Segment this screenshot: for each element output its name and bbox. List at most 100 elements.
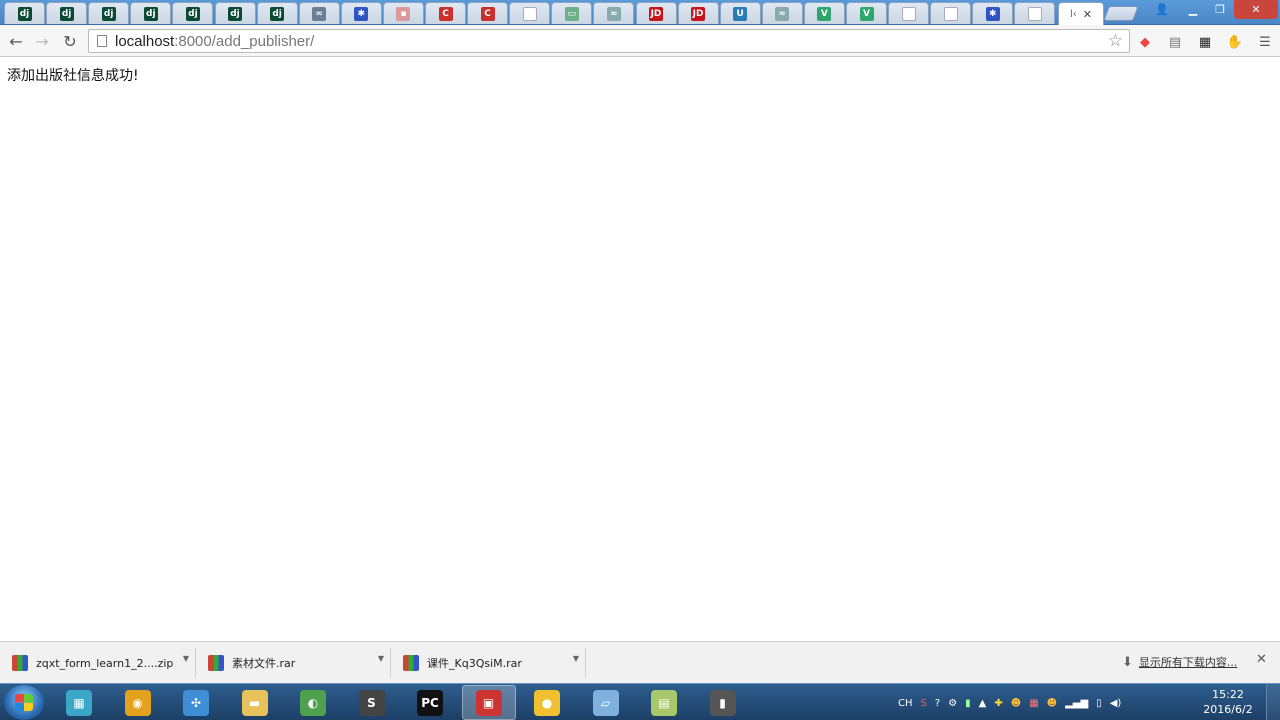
page-content: 添加出版社信息成功! [0, 58, 1280, 640]
chevron-down-icon[interactable]: ▼ [573, 654, 579, 663]
extension-icon[interactable]: ▤ [1166, 33, 1184, 51]
url-path: :8000/add_publisher/ [174, 32, 315, 50]
browser-tab[interactable] [888, 2, 930, 24]
evernote-icon: ◐ [300, 689, 326, 716]
browser-tab-active[interactable]: l‹ ✕ [1058, 2, 1104, 25]
close-shelf-button[interactable]: ✕ [1256, 652, 1267, 667]
browser-tab[interactable]: dj [130, 2, 172, 24]
taskbar-app-button[interactable]: S [345, 685, 399, 720]
bookmark-star-icon[interactable]: ☆ [1108, 31, 1123, 51]
taskbar-app-button[interactable]: ✣ [169, 685, 223, 720]
browser-tab[interactable]: ≈ [761, 2, 803, 24]
browser-tab[interactable]: dj [214, 2, 256, 24]
close-window-button[interactable]: ✕ [1234, 0, 1278, 19]
browser-tab[interactable]: C [425, 2, 466, 24]
forward-button[interactable]: → [30, 29, 54, 53]
taskbar-app-button[interactable]: ◐ [286, 685, 340, 720]
extension-icon[interactable]: ✋ [1226, 33, 1244, 51]
reload-button[interactable]: ↻ [58, 29, 82, 53]
minimize-button[interactable]: ▁ [1180, 0, 1206, 19]
chrome-icon: ◉ [124, 689, 151, 716]
taskbar-app-button[interactable]: ▣ [461, 685, 516, 720]
back-button[interactable]: ← [4, 29, 28, 53]
tray-app-icon[interactable]: ✚ [994, 698, 1002, 709]
language-indicator[interactable]: CH [898, 698, 913, 709]
maximize-button[interactable]: ❐ [1207, 0, 1233, 19]
browser-tab[interactable]: dj [4, 2, 45, 24]
page-icon [901, 6, 916, 21]
browser-tab[interactable]: ✱ [340, 2, 382, 24]
qq-icon[interactable]: ☻ [1047, 698, 1057, 709]
download-item[interactable]: 素材文件.rar ▼ [196, 648, 391, 678]
taskbar-app-button[interactable]: ▮ [696, 685, 750, 720]
archive-icon [12, 655, 28, 671]
browser-tab[interactable]: ≈ [593, 2, 635, 24]
django-icon: dj [59, 6, 74, 21]
browser-tab[interactable] [930, 2, 972, 24]
extension-icon[interactable]: ◆ [1136, 33, 1154, 51]
browser-tab[interactable]: ▭ [551, 2, 593, 24]
volume-icon[interactable]: ◀) [1110, 698, 1122, 709]
chevron-down-icon[interactable]: ▼ [183, 654, 189, 663]
qr-code-icon[interactable]: ▦ [1196, 33, 1214, 51]
power-icon[interactable]: ▯ [1096, 698, 1102, 709]
browser-tab[interactable]: JD [677, 2, 719, 24]
browser-tab[interactable]: C [467, 2, 509, 24]
new-tab-button[interactable] [1103, 6, 1139, 21]
browser-tab[interactable]: dj [88, 2, 130, 24]
url-host: localhost [115, 32, 175, 50]
qq-icon[interactable]: ☻ [1011, 698, 1021, 709]
taskbar-app-button[interactable]: ▬ [228, 685, 282, 720]
link-icon: ∞ [312, 6, 327, 21]
archive-icon [403, 655, 419, 671]
taskbar-app-button[interactable]: ● [520, 685, 574, 720]
taskbar-app-button[interactable]: PC [403, 685, 457, 720]
show-all-downloads-link[interactable]: ⬇ 显示所有下载内容... [1122, 654, 1237, 670]
archive-icon [208, 655, 224, 671]
browser-tab[interactable]: ∞ [298, 2, 340, 24]
download-item[interactable]: 课件_Kq3QsiM.rar ▼ [391, 648, 586, 678]
browser-tab[interactable] [1014, 2, 1056, 24]
browser-tab[interactable]: dj [172, 2, 214, 24]
address-bar[interactable]: localhost:8000/add_publisher/ ☆ [88, 29, 1130, 53]
taskbar-app-button[interactable]: ▱ [579, 685, 633, 720]
browser-tab[interactable]: V [803, 2, 845, 24]
start-button[interactable] [4, 685, 44, 720]
page-icon [97, 35, 107, 47]
mango-icon: ● [534, 689, 560, 716]
browser-tab[interactable]: JD [635, 2, 677, 24]
menu-icon[interactable]: ☰ [1256, 33, 1274, 51]
show-desktop-button[interactable] [1266, 684, 1280, 720]
browser-tab[interactable]: V [846, 2, 887, 24]
close-tab-icon[interactable]: ✕ [1083, 8, 1092, 21]
help-icon[interactable]: ? [935, 698, 940, 709]
vue-icon: V [859, 6, 874, 21]
ime-icon[interactable]: S [921, 698, 927, 709]
generic-site-icon: ≈ [775, 6, 790, 21]
system-clock[interactable]: 15:22 2016/6/2 [1198, 687, 1258, 717]
csdn-icon: C [480, 6, 495, 21]
download-filename: zqxt_form_learn1_2....zip [36, 656, 174, 670]
chevron-down-icon[interactable]: ▼ [378, 654, 384, 663]
tray-expand-icon[interactable]: ▲ [979, 698, 987, 709]
browser-tab[interactable]: ✱ [972, 2, 1014, 24]
signal-icon[interactable]: ▂▄▆ [1065, 698, 1088, 709]
clock-date: 2016/6/2 [1203, 703, 1253, 716]
taskbar-app-button[interactable]: ◉ [111, 685, 165, 720]
download-item[interactable]: zqxt_form_learn1_2....zip ▼ [0, 648, 196, 678]
settings-icon[interactable]: ⚙ [948, 698, 957, 709]
browser-tab[interactable]: ▪ [382, 2, 424, 24]
browser-tab[interactable]: dj [256, 2, 298, 24]
browser-tab[interactable]: U [719, 2, 761, 24]
battery-icon[interactable]: ▮ [965, 698, 971, 709]
browser-tab[interactable]: dj [46, 2, 88, 24]
user-icon[interactable]: 👤 [1150, 0, 1174, 19]
tray-app-icon[interactable]: ▦ [1029, 698, 1038, 709]
taskbar-app-button[interactable]: ▤ [637, 685, 691, 720]
download-filename: 素材文件.rar [232, 657, 296, 670]
browser-tab[interactable] [509, 2, 551, 24]
taskbar-app-button[interactable]: ▦ [52, 685, 106, 720]
download-shelf: zqxt_form_learn1_2....zip ▼ 素材文件.rar ▼ 课… [0, 641, 1280, 683]
django-icon: dj [17, 6, 32, 21]
django-icon: dj [185, 6, 200, 21]
